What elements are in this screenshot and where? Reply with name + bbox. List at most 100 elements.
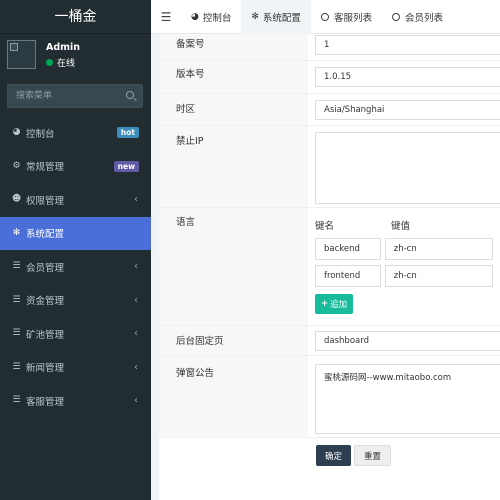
- form-actions: 确定 重置: [316, 445, 392, 466]
- chevron-left-icon: ‹: [134, 194, 138, 206]
- tab-member-list[interactable]: 会员列表: [382, 0, 453, 34]
- sidebar-item-dashboard[interactable]: ◕ 控制台 hot: [0, 116, 151, 150]
- sidebar-item-label: 资金管理: [26, 296, 65, 308]
- chevron-left-icon: ‹: [134, 261, 138, 273]
- sidebar-item-members[interactable]: ☰ 会员管理 ‹: [0, 250, 151, 284]
- sidebar-item-label: 新闻管理: [26, 363, 65, 375]
- menu-toggle-icon[interactable]: ☰: [151, 0, 181, 34]
- cog-icon: ✻: [12, 227, 21, 238]
- reset-button[interactable]: 重置: [354, 445, 392, 466]
- language-key-input[interactable]: backend: [315, 238, 381, 260]
- list-icon: ☰: [12, 361, 21, 372]
- chevron-left-icon: ‹: [134, 294, 138, 306]
- forbidden-ip-cell: [308, 126, 500, 207]
- tab-label: 会员列表: [404, 12, 443, 24]
- brand-title[interactable]: 一桶金: [0, 0, 151, 34]
- version-label: 版本号: [159, 61, 308, 93]
- language-cell: 键名 键值 backend zh-cn frontend zh-cn + 追加: [308, 208, 500, 325]
- language-row: backend zh-cn: [315, 238, 493, 260]
- top-nav: ☰ ◕ 控制台 ✻ 系统配置 客服列表 会员列表: [151, 0, 500, 34]
- record-no-cell: 1: [308, 34, 500, 60]
- menu-search: [7, 84, 143, 108]
- record-no-label: 备案号: [159, 34, 308, 60]
- popup-notice-textarea[interactable]: 蜜桃源码网--www.mitaobo.com: [315, 364, 500, 434]
- popup-notice-label: 弹窗公告: [159, 356, 308, 437]
- fixed-page-cell: dashboard: [308, 326, 500, 355]
- online-status-icon: [46, 59, 53, 66]
- user-status: 在线: [46, 56, 75, 69]
- sidebar-item-mining-pool[interactable]: ☰ 矿池管理 ‹: [0, 317, 151, 351]
- user-status-label: 在线: [57, 59, 76, 69]
- new-badge: new: [113, 160, 139, 172]
- record-no-input[interactable]: 1: [315, 35, 500, 55]
- plus-icon: +: [321, 299, 329, 309]
- form-row-language: 语言 键名 键值 backend zh-cn frontend zh-cn + …: [159, 208, 500, 326]
- sidebar-item-label: 系统配置: [26, 229, 65, 241]
- sidebar-item-general[interactable]: ⚙ 常规管理 new: [0, 150, 151, 184]
- submit-button[interactable]: 确定: [316, 445, 352, 466]
- sidebar-item-label: 常规管理: [26, 162, 65, 174]
- tab-label: 客服列表: [333, 12, 372, 24]
- tab-customer-service-list[interactable]: 客服列表: [311, 0, 382, 34]
- chevron-left-icon: ‹: [134, 395, 138, 407]
- dashboard-icon: ◕: [12, 127, 21, 138]
- chevron-left-icon: ‹: [134, 361, 138, 373]
- chevron-left-icon: ‹: [134, 328, 138, 340]
- sidebar-menu: ◕ 控制台 hot ⚙ 常规管理 new ☻ 权限管理 ‹ ✻ 系统配置 ☰ 会…: [0, 116, 151, 418]
- cog-icon: ✻: [251, 11, 259, 22]
- forbidden-ip-label: 禁止IP: [159, 126, 308, 207]
- tab-label: 系统配置: [262, 12, 301, 24]
- version-cell: 1.0.15: [308, 61, 500, 93]
- sidebar-item-funds[interactable]: ☰ 资金管理 ‹: [0, 284, 151, 318]
- fixed-page-label: 后台固定页: [159, 326, 308, 355]
- sidebar: 一桶金 Admin 在线 ◕ 控制台 hot ⚙ 常规管理 new ☻ 权限管理…: [0, 0, 151, 500]
- key-name-header: 键名: [315, 221, 335, 232]
- menu-search-input[interactable]: [8, 85, 142, 107]
- timezone-label: 时区: [159, 94, 308, 125]
- append-button-label: 追加: [330, 300, 348, 310]
- sidebar-item-customer-service[interactable]: ☰ 客服管理 ‹: [0, 384, 151, 418]
- form-row-version: 版本号 1.0.15: [159, 61, 500, 94]
- forbidden-ip-textarea[interactable]: [315, 132, 500, 204]
- list-icon: ☰: [12, 261, 21, 272]
- tab-system-config[interactable]: ✻ 系统配置: [241, 0, 311, 34]
- language-row: frontend zh-cn: [315, 265, 493, 287]
- sidebar-item-permission[interactable]: ☻ 权限管理 ‹: [0, 183, 151, 217]
- form-row-popup-notice: 弹窗公告 蜜桃源码网--www.mitaobo.com: [159, 356, 500, 438]
- list-icon: ☰: [12, 294, 21, 305]
- key-value-header: 键值: [391, 221, 411, 232]
- circle-icon: [391, 12, 400, 21]
- language-key-input[interactable]: frontend: [315, 265, 381, 287]
- timezone-select[interactable]: Asia/Shanghai: [315, 100, 500, 120]
- form-row-forbidden-ip: 禁止IP: [159, 126, 500, 208]
- list-icon: ☰: [12, 395, 21, 406]
- user-panel: Admin 在线: [0, 34, 151, 80]
- user-name: Admin: [46, 42, 81, 53]
- sidebar-item-label: 客服管理: [26, 396, 65, 408]
- append-button[interactable]: + 追加: [315, 294, 354, 314]
- sidebar-item-news[interactable]: ☰ 新闻管理 ‹: [0, 351, 151, 385]
- timezone-cell: Asia/Shanghai: [308, 94, 500, 125]
- language-value-input[interactable]: zh-cn: [384, 265, 493, 287]
- dashboard-icon: ◕: [191, 11, 199, 22]
- avatar[interactable]: [7, 40, 36, 69]
- fixed-page-select[interactable]: dashboard: [315, 331, 500, 351]
- form-row-timezone: 时区 Asia/Shanghai: [159, 94, 500, 126]
- sidebar-item-label: 控制台: [26, 128, 55, 140]
- users-icon: ☻: [11, 194, 22, 205]
- version-input[interactable]: 1.0.15: [315, 67, 500, 87]
- sidebar-item-label: 矿池管理: [26, 329, 65, 341]
- language-table-header: 键名 键值: [315, 218, 493, 232]
- hot-badge: hot: [116, 127, 139, 139]
- config-form: 备案号 1 版本号 1.0.15 时区 Asia/Shanghai 禁止IP 语…: [159, 34, 500, 500]
- language-value-input[interactable]: zh-cn: [384, 238, 493, 260]
- sidebar-item-system-config[interactable]: ✻ 系统配置: [0, 216, 151, 250]
- sidebar-item-label: 会员管理: [26, 262, 65, 274]
- list-icon: ☰: [12, 328, 21, 339]
- form-row-record-no: 备案号 1: [159, 34, 500, 61]
- search-icon[interactable]: [126, 91, 134, 99]
- tab-label: 控制台: [202, 12, 232, 24]
- sidebar-item-label: 权限管理: [26, 195, 65, 207]
- cogs-icon: ⚙: [12, 160, 21, 171]
- tab-dashboard[interactable]: ◕ 控制台: [181, 0, 241, 34]
